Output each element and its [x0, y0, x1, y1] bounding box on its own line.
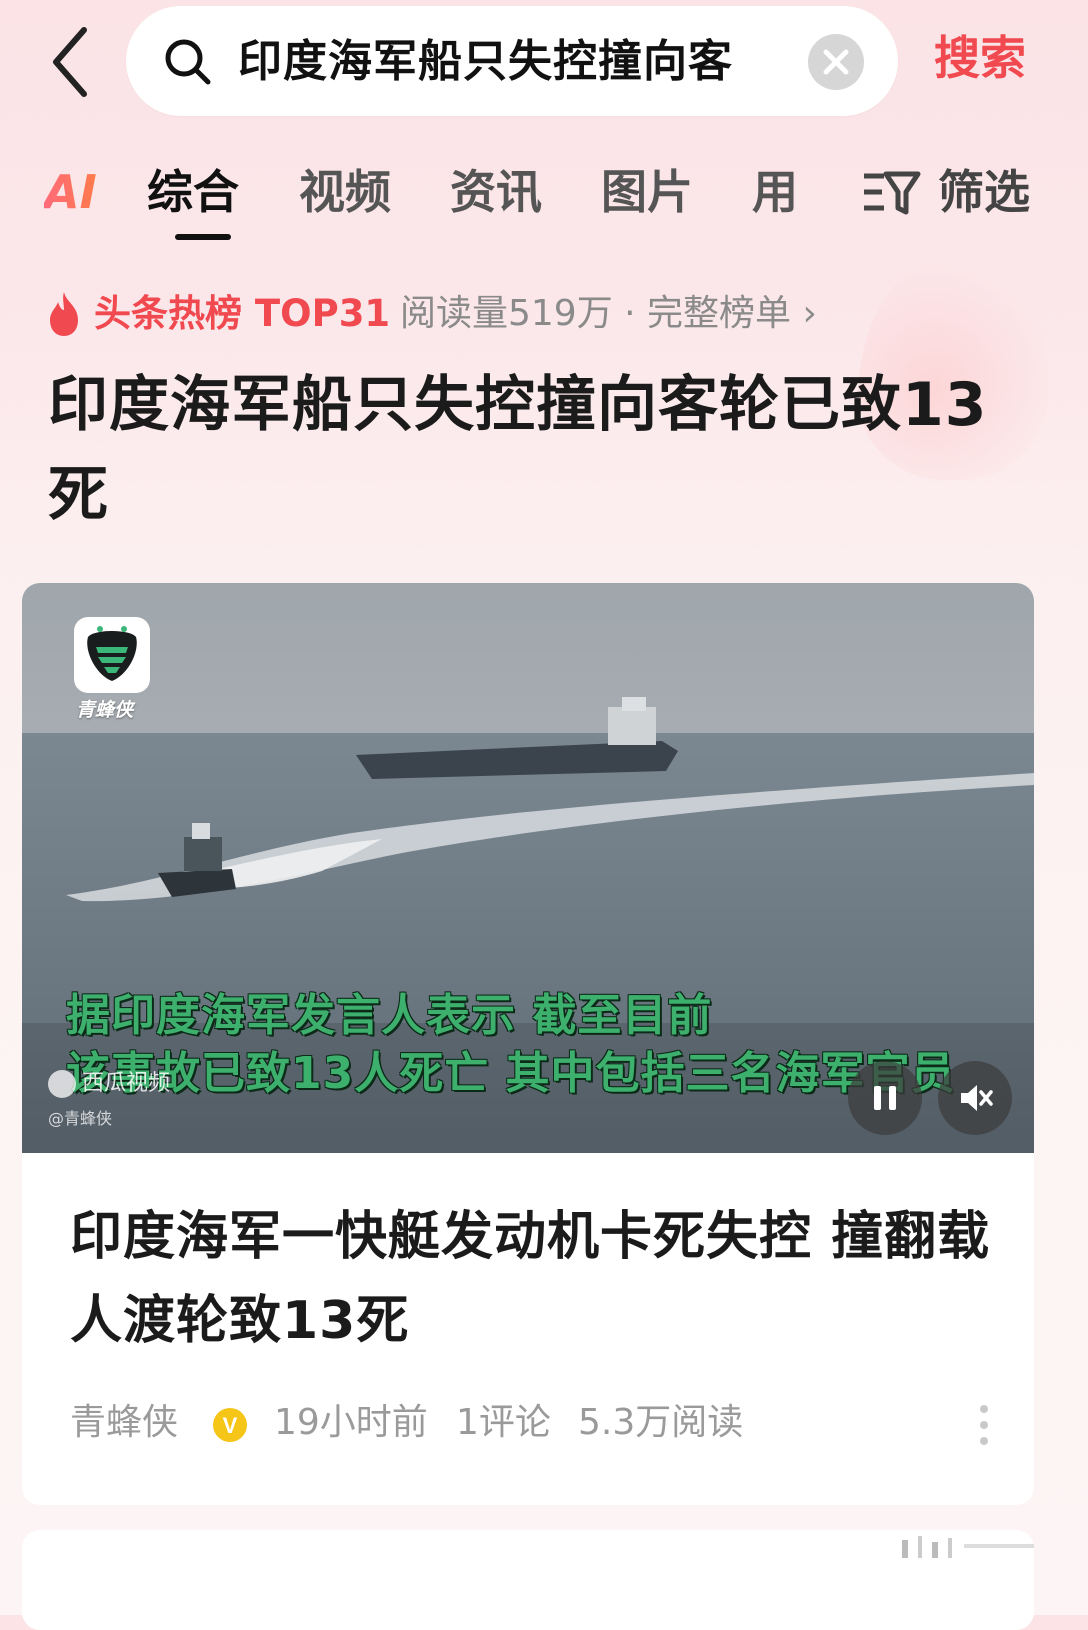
- tab-images[interactable]: 图片: [601, 162, 693, 222]
- video-subtitle-line-1: 据印度海军发言人表示 截至目前: [66, 990, 713, 1041]
- watermark-text: 西瓜视频: [82, 1071, 171, 1096]
- search-button[interactable]: 搜索: [934, 26, 1026, 90]
- watermelon-video-logo-icon: [48, 1070, 76, 1098]
- category-tabs: AI 综合 视频 资讯 图片 用 筛选: [44, 152, 1054, 242]
- more-vertical-icon[interactable]: [974, 1401, 994, 1449]
- comment-count[interactable]: 1评论: [456, 1395, 551, 1451]
- video-player[interactable]: 青蜂侠 据印度海军发言人表示 截至目前 该事故已致13人死亡 其中包括三名海军官…: [22, 583, 1034, 1153]
- tab-video[interactable]: 视频: [299, 162, 391, 222]
- clear-search-button[interactable]: [808, 34, 864, 90]
- full-ranking-link[interactable]: 阅读量519万 · 完整榜单 ›: [400, 286, 817, 342]
- card-meta: 青蜂侠 V 19小时前 1评论 5.3万阅读: [70, 1395, 1010, 1451]
- next-card-preview: [902, 1536, 1034, 1558]
- video-subtitle-line-2: 该事故已致13人死亡 其中包括三名海军官员: [66, 1048, 956, 1099]
- chevron-left-icon: [53, 27, 87, 97]
- tab-ai[interactable]: AI: [44, 162, 97, 222]
- author-name[interactable]: 青蜂侠: [70, 1395, 178, 1451]
- search-input[interactable]: 印度海军船只失控撞向客: [238, 32, 798, 92]
- verified-badge-icon: V: [213, 1408, 247, 1442]
- hot-rank-row: 头条热榜 TOP31 阅读量519万 · 完整榜单 ›: [44, 286, 1044, 342]
- card-title[interactable]: 印度海军一快艇发动机卡死失控 撞翻载人渡轮致13死: [70, 1195, 1000, 1363]
- pause-button[interactable]: [848, 1061, 922, 1135]
- close-icon: [823, 49, 849, 75]
- channel-logo: [74, 617, 150, 693]
- filter-icon: [864, 171, 921, 215]
- search-box[interactable]: 印度海军船只失控撞向客: [126, 6, 898, 116]
- post-time: 19小时前: [274, 1402, 428, 1443]
- search-icon: [165, 39, 211, 85]
- result-card[interactable]: 青蜂侠 据印度海军发言人表示 截至目前 该事故已致13人死亡 其中包括三名海军官…: [22, 583, 1034, 1505]
- video-watermark: 西瓜视频: [48, 1065, 170, 1098]
- watermark-handle: @青蜂侠: [48, 1109, 113, 1128]
- active-tab-indicator: [175, 234, 231, 240]
- tab-comprehensive[interactable]: 综合: [147, 162, 239, 222]
- tab-news[interactable]: 资讯: [450, 162, 542, 222]
- fire-icon: [50, 292, 78, 336]
- topic-headline[interactable]: 印度海军船只失控撞向客轮已致13死: [48, 360, 1008, 540]
- pause-icon: [874, 1086, 896, 1110]
- hot-rank-label: 头条热榜 TOP31: [94, 292, 391, 335]
- bee-mask-icon: [87, 626, 137, 681]
- read-count: 5.3万阅读: [578, 1402, 744, 1443]
- filter-label: 筛选: [938, 165, 1030, 219]
- channel-logo-label: 青蜂侠: [76, 699, 134, 721]
- next-result-card[interactable]: [22, 1530, 1034, 1630]
- mute-icon: [961, 1085, 993, 1111]
- svg-text:V: V: [223, 1413, 238, 1438]
- mute-button[interactable]: [938, 1061, 1012, 1135]
- tab-users[interactable]: 用: [752, 162, 798, 222]
- back-button[interactable]: [46, 22, 96, 102]
